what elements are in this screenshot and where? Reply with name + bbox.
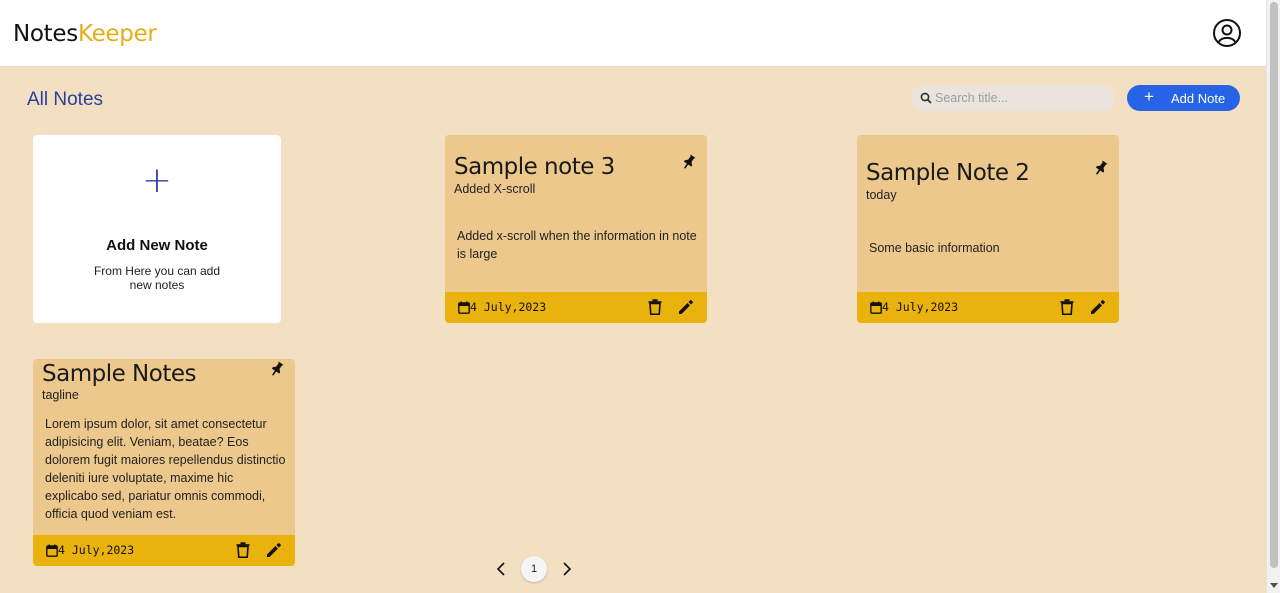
note-body: Some basic information	[869, 241, 1000, 255]
logo-part-keeper: Keeper	[77, 21, 157, 47]
note-footer: 4 July,2023	[445, 292, 707, 323]
scrollbar-thumb[interactable]	[1270, 2, 1278, 568]
pagination-page-button[interactable]: 1	[521, 556, 547, 582]
note-title: Sample Notes	[42, 361, 196, 387]
note-body: Added x-scroll when the information in n…	[457, 229, 697, 261]
plus-icon: +	[1144, 87, 1154, 106]
note-title: Sample note 3	[454, 154, 615, 180]
note-tagline: Added X-scroll	[454, 182, 536, 196]
note-date: 4 July,2023	[882, 300, 959, 314]
logo-part-notes: Notes	[13, 21, 78, 47]
app-logo[interactable]: NotesKeeper	[13, 21, 157, 47]
trash-icon[interactable]	[236, 542, 250, 558]
add-new-note-card[interactable]: + Add New Note From Here you can add new…	[33, 135, 281, 323]
calendar-icon	[870, 301, 882, 314]
note-body: Lorem ipsum dolor, sit amet consectetur …	[45, 417, 286, 521]
pin-icon[interactable]	[269, 361, 285, 377]
pencil-edit-icon[interactable]	[678, 299, 694, 315]
note-card[interactable]: Sample Note 2 today Some basic informati…	[857, 135, 1119, 323]
scroll-down-arrow-icon[interactable]	[1270, 583, 1278, 588]
search-icon	[920, 92, 932, 104]
search-input[interactable]	[935, 85, 1111, 111]
note-footer: 4 July,2023	[33, 535, 295, 566]
note-date: 4 July,2023	[470, 300, 547, 314]
pencil-edit-icon[interactable]	[1090, 299, 1106, 315]
add-note-button-label: Add Note	[1171, 91, 1226, 106]
note-tagline: today	[866, 188, 897, 202]
note-card[interactable]: Sample note 3 Added X-scroll Added x-scr…	[445, 135, 707, 323]
user-profile-icon[interactable]	[1212, 18, 1242, 48]
pin-icon[interactable]	[681, 154, 697, 170]
note-card[interactable]: Sample Notes tagline Lorem ipsum dolor, …	[33, 359, 295, 566]
vertical-scrollbar[interactable]	[1266, 0, 1280, 593]
calendar-icon	[46, 544, 58, 557]
note-date: 4 July,2023	[58, 543, 135, 557]
note-tagline: tagline	[42, 388, 79, 402]
trash-icon[interactable]	[648, 299, 662, 315]
pencil-edit-icon[interactable]	[266, 542, 282, 558]
note-title: Sample Note 2	[866, 160, 1030, 186]
trash-icon[interactable]	[1060, 299, 1074, 315]
note-footer: 4 July,2023	[857, 292, 1119, 323]
add-new-note-title: Add New Note	[106, 237, 208, 254]
add-note-plus-icon: +	[141, 160, 173, 201]
add-new-note-description: From Here you can add new notes	[93, 264, 221, 292]
search-box	[911, 85, 1115, 111]
page-title: All Notes	[27, 89, 104, 110]
chevron-right-icon[interactable]	[560, 561, 574, 577]
pin-icon[interactable]	[1093, 160, 1109, 176]
app-header: NotesKeeper	[0, 0, 1266, 67]
calendar-icon	[458, 301, 470, 314]
chevron-left-icon[interactable]	[494, 561, 508, 577]
add-note-button[interactable]: + Add Note	[1127, 85, 1240, 111]
